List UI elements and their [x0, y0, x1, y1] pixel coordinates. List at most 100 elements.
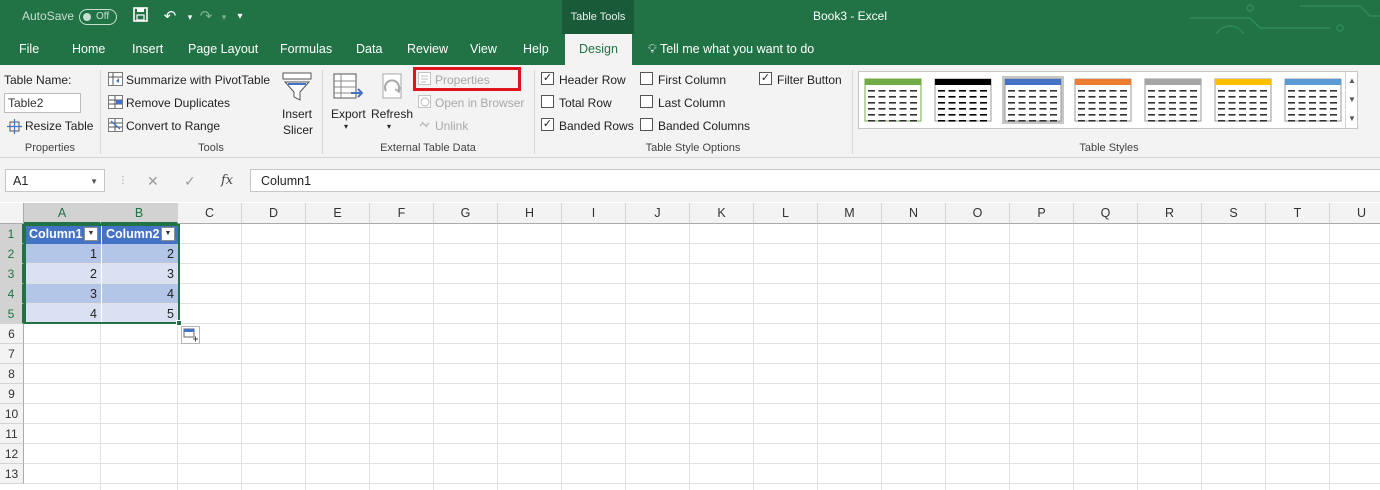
tab-design[interactable]: Design — [565, 34, 632, 65]
gallery-scroll-down-icon[interactable]: ▼ — [1345, 91, 1358, 109]
row-header[interactable]: 12 — [0, 444, 24, 464]
tab-home[interactable]: Home — [72, 42, 105, 56]
last-column-checkbox[interactable] — [640, 95, 653, 108]
gallery-scroll-up-icon[interactable]: ▲ — [1345, 72, 1358, 90]
table-style-swatch[interactable] — [1072, 76, 1134, 124]
filter-button-checkbox[interactable]: ✓ — [759, 72, 772, 85]
column-header[interactable]: G — [434, 203, 498, 224]
convert-to-range-button[interactable]: Convert to Range — [126, 119, 220, 133]
table-cell[interactable]: 2 — [102, 244, 178, 263]
row-header[interactable]: 6 — [0, 324, 24, 344]
header-row-checkbox[interactable]: ✓ — [541, 72, 554, 85]
column-header[interactable]: S — [1202, 203, 1266, 224]
gallery-more-icon[interactable]: ▼ — [1345, 110, 1358, 128]
select-all-corner[interactable] — [0, 203, 24, 224]
table-cell[interactable]: 2 — [25, 264, 101, 283]
column-header[interactable]: P — [1010, 203, 1074, 224]
row-header[interactable]: 9 — [0, 384, 24, 404]
table-cell[interactable]: 4 — [102, 284, 178, 303]
column-header[interactable]: N — [882, 203, 946, 224]
row-header[interactable]: 13 — [0, 464, 24, 484]
column-header[interactable]: A — [24, 203, 101, 224]
worksheet-grid[interactable]: ABCDEFGHIJKLMNOPQRSTU 1 2 3 4 5 6 7 8 9 10 11 12 13 … — [0, 203, 1380, 490]
undo-icon[interactable]: ↶ — [160, 7, 180, 27]
table-cell[interactable]: 5 — [102, 304, 178, 323]
row-header[interactable]: 11 — [0, 424, 24, 444]
table-cell[interactable]: 3 — [102, 264, 178, 283]
enter-icon[interactable]: ✓ — [184, 173, 196, 190]
column-header[interactable]: Q — [1074, 203, 1138, 224]
filter-dropdown-icon[interactable]: ▼ — [84, 227, 98, 241]
column-header[interactable]: I — [562, 203, 626, 224]
banded-columns-checkbox[interactable] — [640, 118, 653, 131]
column-header[interactable]: L — [754, 203, 818, 224]
row-header[interactable]: 10 — [0, 404, 24, 424]
filter-dropdown-icon[interactable]: ▼ — [161, 227, 175, 241]
column-header[interactable]: J — [626, 203, 690, 224]
customize-qat-icon[interactable]: ▾ — [230, 7, 250, 27]
row-header[interactable]: 7 — [0, 344, 24, 364]
row-header[interactable]: 4 — [0, 284, 24, 304]
table-style-swatch[interactable] — [1002, 76, 1064, 124]
redo-icon[interactable]: ↷ — [196, 7, 216, 27]
column-header[interactable]: B — [101, 203, 178, 224]
banded-rows-checkbox[interactable]: ✓ — [541, 118, 554, 131]
resize-table-button[interactable]: Resize Table — [25, 119, 93, 133]
column-header[interactable]: F — [370, 203, 434, 224]
insert-slicer-label-2[interactable]: Slicer — [283, 123, 313, 137]
column-header[interactable]: E — [306, 203, 370, 224]
cancel-icon[interactable]: ✕ — [147, 173, 159, 190]
save-icon[interactable] — [130, 7, 150, 27]
tab-help[interactable]: Help — [523, 42, 549, 56]
open-in-browser-button[interactable]: Open in Browser — [435, 96, 524, 110]
column-header[interactable]: M — [818, 203, 882, 224]
table-style-swatch[interactable] — [1282, 76, 1344, 124]
column-header[interactable]: R — [1138, 203, 1202, 224]
tell-me-search[interactable]: 💡︎ Tell me what you want to do — [648, 42, 814, 57]
refresh-dropdown-icon[interactable]: ▾ — [387, 122, 391, 131]
tab-view[interactable]: View — [470, 42, 497, 56]
row-header[interactable]: 1 — [0, 224, 24, 244]
table-name-input[interactable]: Table2 — [4, 93, 81, 113]
insert-function-icon[interactable]: fx — [221, 173, 233, 188]
column-header[interactable]: C — [178, 203, 242, 224]
table-tools-context: Table Tools — [562, 0, 634, 34]
tab-page-layout[interactable]: Page Layout — [188, 42, 258, 56]
column-header[interactable]: H — [498, 203, 562, 224]
summarize-pivot-button[interactable]: Summarize with PivotTable — [126, 73, 270, 87]
row-header[interactable]: 8 — [0, 364, 24, 384]
table-style-swatch[interactable] — [1142, 76, 1204, 124]
remove-duplicates-button[interactable]: Remove Duplicates — [126, 96, 230, 110]
row-header[interactable]: 5 — [0, 304, 24, 324]
column-header[interactable]: T — [1266, 203, 1330, 224]
name-box-dropdown-icon[interactable]: ▼ — [90, 177, 98, 186]
formula-input[interactable]: Column1 — [250, 169, 1380, 192]
table-cell[interactable]: 3 — [25, 284, 101, 303]
row-header[interactable]: 2 — [0, 244, 24, 264]
column-header[interactable]: K — [690, 203, 754, 224]
autosave-toggle[interactable]: Off — [79, 9, 117, 25]
table-style-swatch[interactable] — [932, 76, 994, 124]
refresh-button[interactable]: Refresh — [371, 107, 413, 121]
insert-slicer-label-1[interactable]: Insert — [282, 107, 312, 121]
export-dropdown-icon[interactable]: ▾ — [344, 122, 348, 131]
total-row-checkbox[interactable] — [541, 95, 554, 108]
table-style-swatch[interactable] — [862, 76, 924, 124]
name-box[interactable]: A1 ▼ — [5, 169, 105, 192]
quick-analysis-icon[interactable] — [181, 326, 200, 344]
first-column-checkbox[interactable] — [640, 72, 653, 85]
row-header[interactable]: 3 — [0, 264, 24, 284]
unlink-button[interactable]: Unlink — [435, 119, 468, 133]
tab-insert[interactable]: Insert — [132, 42, 163, 56]
column-header[interactable]: U — [1330, 203, 1380, 224]
tab-data[interactable]: Data — [356, 42, 382, 56]
export-button[interactable]: Export — [331, 107, 366, 121]
table-style-swatch[interactable] — [1212, 76, 1274, 124]
column-header[interactable]: D — [242, 203, 306, 224]
tab-file[interactable]: File — [19, 42, 39, 56]
table-cell[interactable]: 4 — [25, 304, 101, 323]
tab-formulas[interactable]: Formulas — [280, 42, 332, 56]
column-header[interactable]: O — [946, 203, 1010, 224]
table-cell[interactable]: 1 — [25, 244, 101, 263]
tab-review[interactable]: Review — [407, 42, 448, 56]
